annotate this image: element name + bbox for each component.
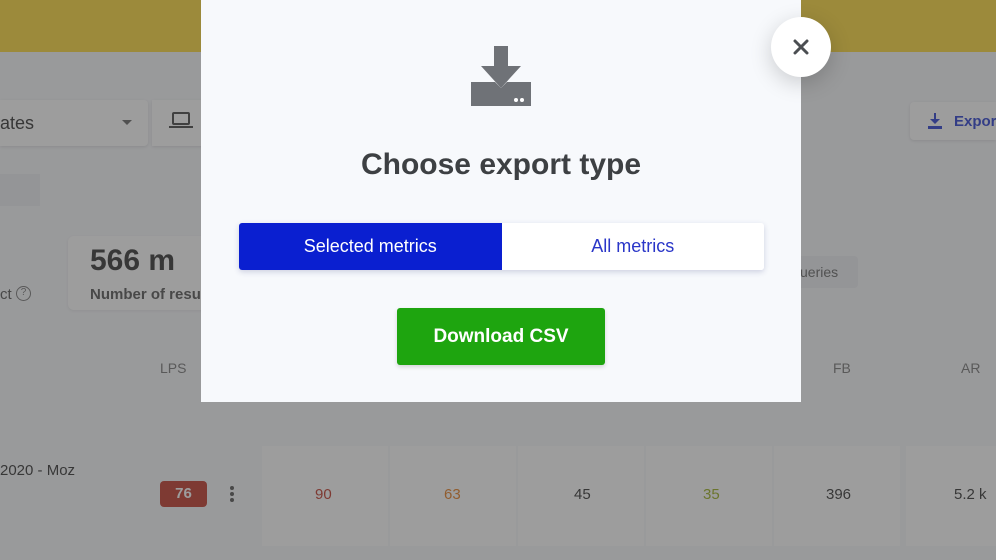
selected-metrics-option[interactable]: Selected metrics (239, 223, 502, 270)
export-modal: Choose export type Selected metrics All … (201, 0, 801, 402)
modal-title: Choose export type (360, 148, 642, 181)
download-csv-button[interactable]: Download CSV (397, 308, 605, 365)
close-modal-button[interactable] (771, 17, 831, 77)
download-tray-icon (471, 46, 531, 106)
export-type-toggle: Selected metrics All metrics (239, 223, 764, 270)
all-metrics-option[interactable]: All metrics (501, 223, 764, 270)
close-icon (793, 39, 809, 55)
